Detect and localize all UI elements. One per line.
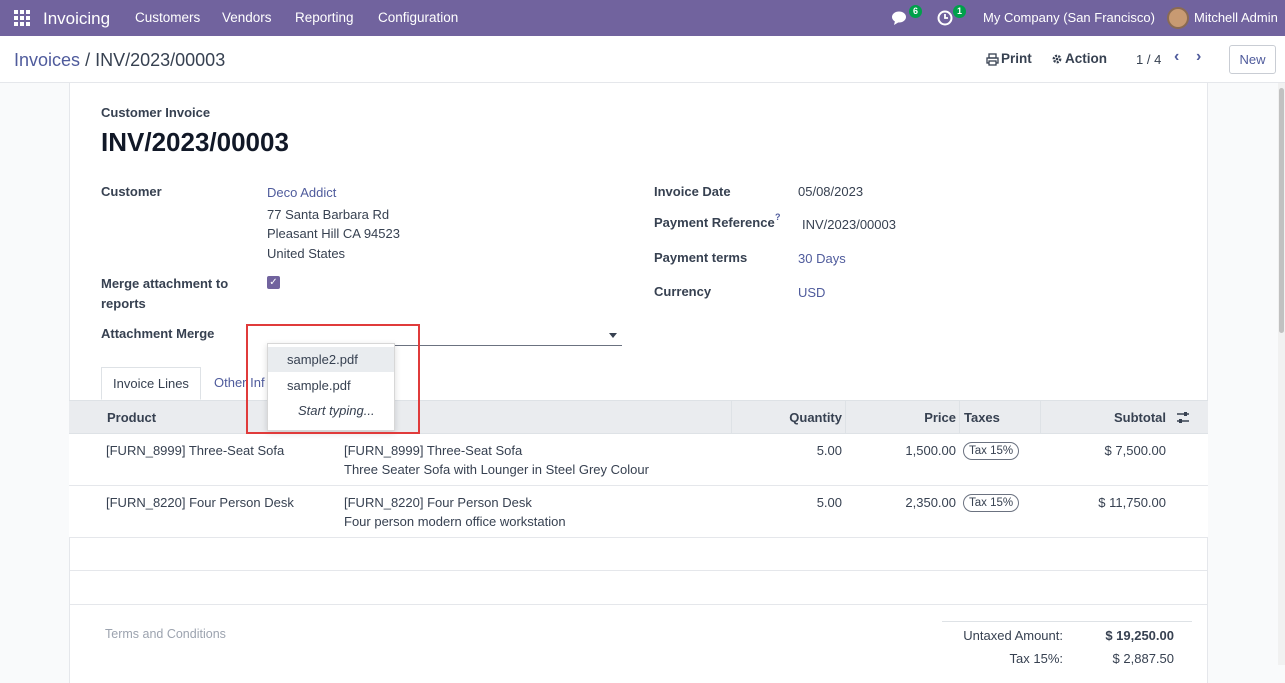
menu-vendors[interactable]: Vendors <box>222 10 272 25</box>
customer-field[interactable]: Deco Addict <box>267 185 336 200</box>
invoice-lines-header: Product Quantity Price Taxes Subtotal <box>69 400 1208 434</box>
user-avatar[interactable] <box>1167 7 1189 29</box>
company-switcher[interactable]: My Company (San Francisco) <box>983 10 1155 25</box>
column-quantity[interactable]: Quantity <box>731 410 842 425</box>
terms-and-conditions-input[interactable]: Terms and Conditions <box>105 627 226 641</box>
invoice-date-label: Invoice Date <box>654 184 731 199</box>
row-product[interactable]: [FURN_8999] Three-Seat Sofa <box>106 443 284 458</box>
untaxed-amount-value: $ 19,250.00 <box>1105 628 1174 643</box>
menu-customers[interactable]: Customers <box>135 10 200 25</box>
column-taxes[interactable]: Taxes <box>964 410 1000 425</box>
row-price[interactable]: 1,500.00 <box>845 443 956 458</box>
control-panel: Invoices / INV/2023/00003 Print Action 1… <box>0 36 1285 83</box>
row-price[interactable]: 2,350.00 <box>845 495 956 510</box>
empty-row <box>69 538 1208 571</box>
merge-attachment-label: reports <box>101 296 146 311</box>
untaxed-amount-label: Untaxed Amount: <box>963 628 1063 643</box>
highlight-box <box>246 324 420 434</box>
messages-badge: 6 <box>909 5 922 18</box>
merge-attachment-checkbox[interactable]: ✓ <box>267 276 280 289</box>
gear-icon <box>1052 54 1062 64</box>
tax-value: $ 2,887.50 <box>1112 651 1174 666</box>
optional-columns-icon[interactable] <box>1176 411 1190 424</box>
address-line: 77 Santa Barbara Rd <box>267 207 390 222</box>
invoice-date-field[interactable]: 05/08/2023 <box>798 184 863 199</box>
address-line: Pleasant Hill CA 94523 <box>267 226 400 241</box>
pager-previous-icon[interactable]: ‹ <box>1174 48 1179 66</box>
empty-row <box>69 571 1208 605</box>
app-name[interactable]: Invoicing <box>43 9 110 29</box>
merge-attachment-label: Merge attachment to <box>101 276 229 291</box>
currency-field[interactable]: USD <box>798 285 825 300</box>
row-subtotal: $ 7,500.00 <box>1104 443 1166 458</box>
pager-next-icon[interactable]: › <box>1196 48 1201 66</box>
column-separator <box>959 401 960 434</box>
tax-badge[interactable]: Tax 15% <box>963 494 1020 512</box>
top-navbar: Invoicing Customers Vendors Reporting Co… <box>0 0 1285 36</box>
tax-label: Tax 15%: <box>1009 651 1063 666</box>
row-description[interactable]: Three Seater Sofa with Lounger in Steel … <box>344 462 649 477</box>
menu-reporting[interactable]: Reporting <box>295 10 354 25</box>
tab-invoice-lines[interactable]: Invoice Lines <box>101 367 201 400</box>
help-icon[interactable]: ? <box>775 212 781 222</box>
clock-icon[interactable] <box>937 10 953 26</box>
scrollbar-thumb[interactable] <box>1279 88 1284 333</box>
payment-reference-field[interactable]: INV/2023/00003 <box>802 217 896 232</box>
document-type: Customer Invoice <box>101 105 211 120</box>
print-icon <box>986 53 999 66</box>
table-row[interactable]: [FURN_8999] Three-Seat Sofa [FURN_8999] … <box>69 434 1208 486</box>
payment-terms-field[interactable]: 30 Days <box>798 251 846 266</box>
currency-label: Currency <box>654 284 712 299</box>
row-quantity[interactable]: 5.00 <box>731 443 842 458</box>
column-product[interactable]: Product <box>107 410 156 425</box>
column-price[interactable]: Price <box>845 410 956 425</box>
action-button[interactable]: Action <box>1065 51 1107 66</box>
activities-badge: 1 <box>953 5 966 18</box>
apps-grid-icon[interactable] <box>14 10 30 26</box>
scrollbar[interactable] <box>1278 83 1285 665</box>
attachment-merge-label: Attachment Merge <box>101 326 215 341</box>
row-description[interactable]: Four person modern office workstation <box>344 514 566 529</box>
address-line: United States <box>267 246 346 261</box>
caret-down-icon[interactable] <box>609 333 617 338</box>
tax-badge[interactable]: Tax 15% <box>963 442 1020 460</box>
user-menu[interactable]: Mitchell Admin <box>1194 10 1278 25</box>
breadcrumb-current: INV/2023/00003 <box>95 50 226 70</box>
row-label[interactable]: [FURN_8220] Four Person Desk <box>344 495 532 510</box>
invoice-title: INV/2023/00003 <box>101 127 289 157</box>
menu-configuration[interactable]: Configuration <box>378 10 458 25</box>
payment-terms-label: Payment terms <box>654 250 748 265</box>
new-button[interactable]: New <box>1229 45 1276 74</box>
row-product[interactable]: [FURN_8220] Four Person Desk <box>106 495 294 510</box>
customer-label: Customer <box>101 184 162 199</box>
breadcrumb-invoices[interactable]: Invoices <box>14 50 80 70</box>
breadcrumb: Invoices / INV/2023/00003 <box>14 50 225 71</box>
row-label[interactable]: [FURN_8999] Three-Seat Sofa <box>344 443 522 458</box>
breadcrumb-separator: / <box>85 50 91 70</box>
payment-reference-label: Payment Reference <box>654 215 775 230</box>
row-quantity[interactable]: 5.00 <box>731 495 842 510</box>
print-button[interactable]: Print <box>1001 51 1032 66</box>
messages-icon[interactable] <box>891 10 909 26</box>
table-row[interactable]: [FURN_8220] Four Person Desk [FURN_8220]… <box>69 486 1208 538</box>
row-subtotal: $ 11,750.00 <box>1098 495 1166 510</box>
pager-value[interactable]: 1 / 4 <box>1136 52 1161 67</box>
totals-divider <box>942 621 1192 622</box>
column-subtotal[interactable]: Subtotal <box>1040 410 1166 425</box>
